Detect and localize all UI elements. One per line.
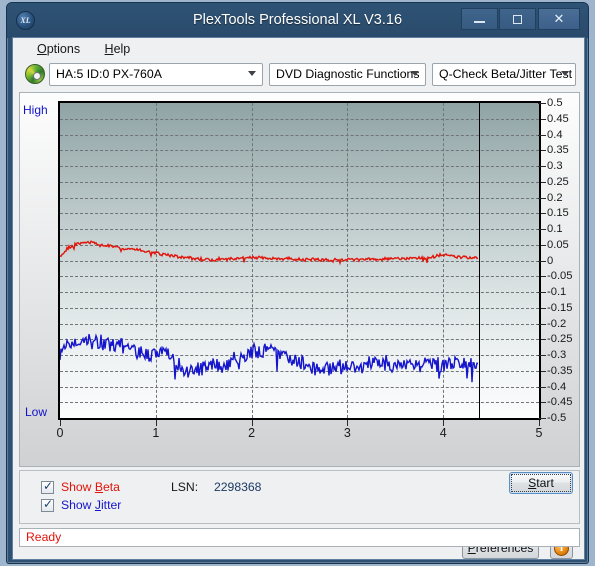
function-group-select-value: DVD Diagnostic Functions bbox=[276, 67, 420, 81]
y-tick-mark bbox=[538, 229, 546, 230]
drive-select[interactable]: HA:5 ID:0 PX-760A bbox=[49, 63, 263, 86]
disc-drive-icon bbox=[25, 64, 45, 84]
show-jitter-label: Show Jitter bbox=[61, 498, 122, 512]
y-tick-label: 0.4 bbox=[547, 128, 563, 141]
application-window: XL PlexTools Professional XL V3.16 ✕ Opt… bbox=[6, 2, 589, 564]
y-tick-label: 0.15 bbox=[547, 207, 569, 220]
x-tick-label: 4 bbox=[439, 426, 447, 440]
series-beta-line bbox=[60, 240, 479, 266]
selector-toolbar: HA:5 ID:0 PX-760A DVD Diagnostic Functio… bbox=[13, 60, 584, 90]
test-type-select[interactable]: Q-Check Beta/Jitter Test bbox=[432, 63, 576, 86]
y-tick-mark bbox=[541, 402, 546, 404]
axis-label-high: High bbox=[23, 103, 48, 117]
function-group-select[interactable]: DVD Diagnostic Functions bbox=[269, 63, 426, 86]
series-jitter-line bbox=[60, 333, 479, 383]
lsn-value: 2298368 bbox=[214, 480, 262, 494]
y-tick-mark bbox=[538, 292, 546, 293]
y-tick-mark bbox=[538, 323, 546, 325]
check-icon[interactable] bbox=[41, 497, 54, 512]
y-tick-mark bbox=[541, 213, 546, 215]
y-tick-label: -0.05 bbox=[547, 270, 573, 283]
y-tick-mark bbox=[538, 386, 546, 388]
x-tick-label: 3 bbox=[343, 426, 351, 440]
drive-select-value: HA:5 ID:0 PX-760A bbox=[56, 67, 162, 81]
lsn-label: LSN: bbox=[171, 480, 199, 494]
y-tick-mark bbox=[538, 197, 546, 199]
y-tick-label: -0.2 bbox=[547, 317, 567, 330]
desktop-background: XL PlexTools Professional XL V3.16 ✕ Opt… bbox=[0, 0, 595, 566]
x-tick-label: 2 bbox=[248, 426, 256, 440]
y-tick-label: -0.1 bbox=[547, 286, 567, 298]
y-tick-label: 0.45 bbox=[547, 112, 569, 125]
y-tick-mark bbox=[541, 370, 546, 372]
y-tick-mark bbox=[538, 134, 546, 136]
y-tick-label: -0.35 bbox=[547, 364, 573, 377]
chevron-down-icon bbox=[248, 71, 256, 76]
y-tick-label: -0.25 bbox=[547, 333, 573, 346]
chevron-down-icon bbox=[411, 71, 419, 76]
maximize-icon bbox=[513, 15, 522, 25]
display-options-group: Show Beta Show Jitter LSN: 2298368 bbox=[19, 470, 580, 524]
test-type-select-value: Q-Check Beta/Jitter Test bbox=[439, 67, 573, 81]
start-button[interactable]: Start bbox=[509, 472, 573, 494]
check-icon[interactable] bbox=[41, 479, 54, 494]
y-tick-mark bbox=[541, 244, 546, 246]
y-tick-label: 0.3 bbox=[547, 160, 563, 172]
maximize-button[interactable] bbox=[499, 8, 536, 30]
menu-help-label-rest: elp bbox=[113, 42, 131, 56]
menu-item-options[interactable]: Options bbox=[27, 38, 90, 60]
y-tick-mark bbox=[541, 118, 546, 120]
data-end-marker bbox=[478, 103, 480, 418]
chevron-down-icon bbox=[561, 71, 569, 76]
y-tick-label: -0.45 bbox=[547, 396, 573, 409]
y-tick-label: 0.1 bbox=[547, 223, 563, 235]
y-tick-mark bbox=[541, 339, 546, 341]
y-tick-mark bbox=[538, 103, 546, 104]
y-tick-mark bbox=[538, 260, 546, 262]
menu-options-label-rest: ptions bbox=[46, 42, 81, 56]
y-tick-label: 0.25 bbox=[547, 175, 569, 188]
plot-area bbox=[58, 101, 541, 420]
y-tick-label: -0.4 bbox=[547, 380, 567, 393]
y-tick-label: 0.05 bbox=[547, 238, 569, 251]
y-tick-mark bbox=[541, 150, 546, 152]
y-tick-mark bbox=[538, 418, 546, 419]
y-tick-mark bbox=[541, 276, 546, 278]
minimize-button[interactable] bbox=[461, 8, 498, 30]
menu-bar: Options Help bbox=[13, 38, 584, 60]
focus-ring bbox=[511, 474, 571, 492]
y-tick-mark bbox=[538, 166, 546, 167]
menu-item-help[interactable]: Help bbox=[95, 38, 141, 60]
data-curves bbox=[60, 240, 479, 383]
minimize-icon bbox=[474, 20, 485, 23]
y-tick-label: 0.5 bbox=[547, 97, 563, 109]
x-tick-label: 0 bbox=[56, 426, 64, 440]
y-tick-mark bbox=[541, 307, 546, 309]
client-area: Options Help HA:5 ID:0 PX-760A DVD Diagn… bbox=[12, 37, 585, 560]
y-tick-label: 0 bbox=[547, 254, 554, 267]
y-tick-label: 0.2 bbox=[547, 191, 563, 204]
y-tick-label: -0.3 bbox=[547, 349, 567, 361]
close-button[interactable]: ✕ bbox=[538, 8, 580, 30]
y-tick-label: -0.5 bbox=[547, 412, 567, 424]
x-tick-label: 1 bbox=[152, 426, 160, 440]
y-tick-label: -0.15 bbox=[547, 301, 573, 314]
show-beta-label: Show Beta bbox=[61, 480, 120, 494]
title-bar: XL PlexTools Professional XL V3.16 ✕ bbox=[7, 3, 588, 38]
axis-label-low: Low bbox=[25, 405, 48, 419]
status-bar: Ready bbox=[19, 528, 580, 547]
y-tick-mark bbox=[541, 181, 546, 183]
x-tick-label: 5 bbox=[535, 426, 543, 440]
chart-panel: High Low 0.5 0.45 0.4 0.35 0.3 0.25 0.2 0.15 0.1… bbox=[19, 92, 580, 467]
y-tick-mark bbox=[538, 355, 546, 356]
y-tick-label: 0.35 bbox=[547, 144, 569, 157]
